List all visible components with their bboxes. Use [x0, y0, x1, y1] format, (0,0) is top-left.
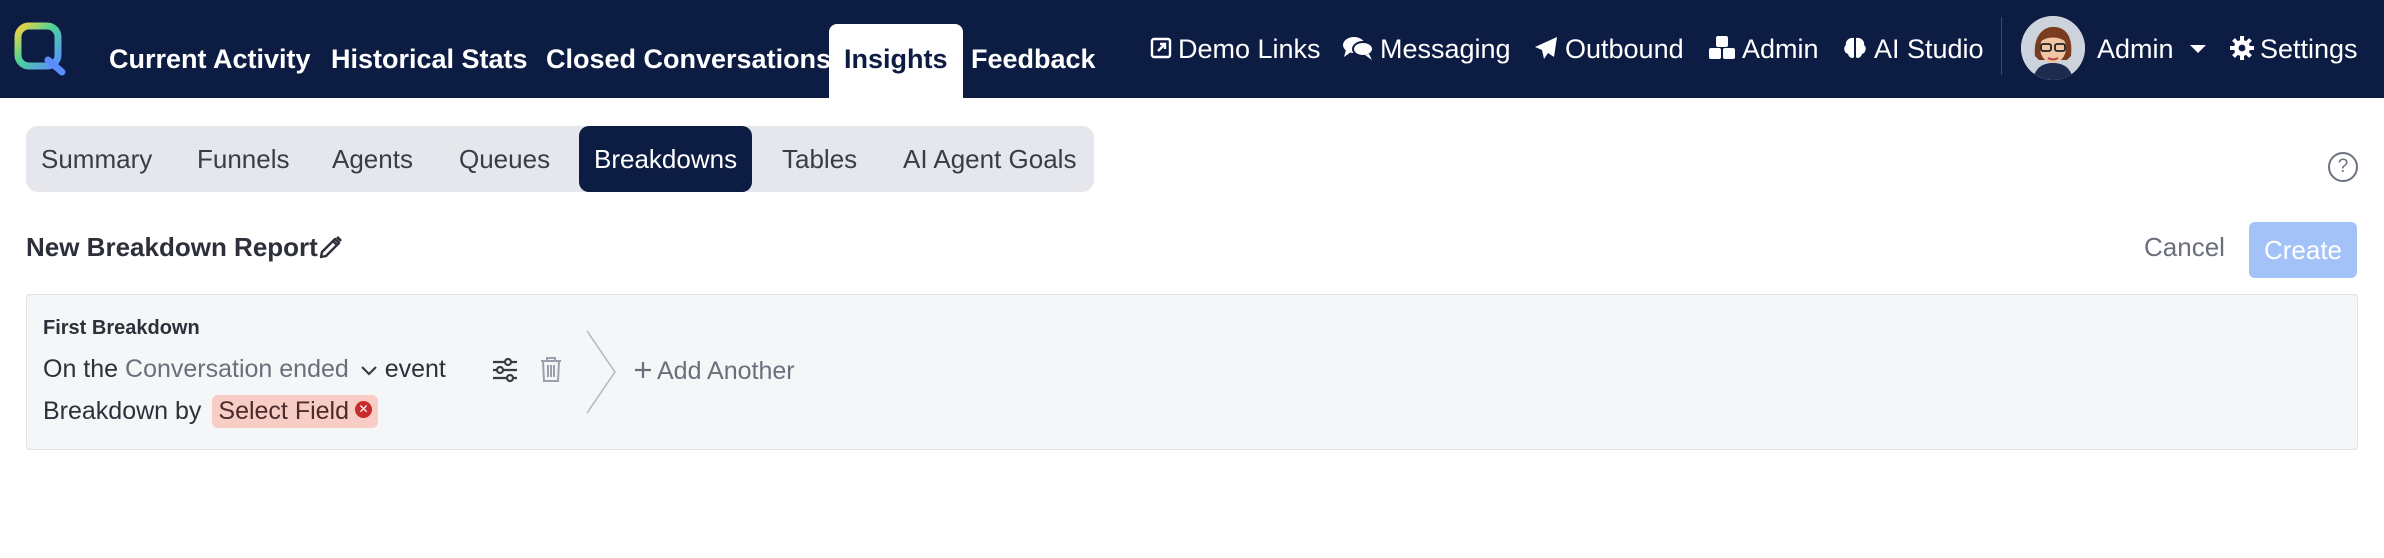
nav-link-label: Demo Links	[1178, 34, 1321, 64]
nav-link-ai-studio[interactable]: AI Studio	[1842, 28, 1984, 70]
select-field-chip[interactable]: Select Field ✕	[212, 395, 379, 428]
brain-icon	[1844, 37, 1866, 58]
chevron-divider	[586, 330, 616, 414]
external-link-icon	[1150, 37, 1172, 59]
nav-link-messaging[interactable]: Messaging	[1342, 28, 1511, 70]
create-button[interactable]: Create	[2249, 222, 2357, 278]
subtab-agents[interactable]: Agents	[332, 126, 413, 192]
subtab-queues[interactable]: Queues	[459, 126, 550, 192]
cubes-icon	[1709, 35, 1735, 59]
nav-link-label: AI Studio	[1874, 34, 1984, 64]
subtab-tables[interactable]: Tables	[782, 126, 857, 192]
nav-divider	[2001, 17, 2002, 75]
nav-link-outbound[interactable]: Outbound	[1533, 28, 1684, 70]
breakdown-label: First Breakdown	[43, 317, 200, 339]
nav-link-label: Admin	[1742, 34, 1819, 64]
report-title: New Breakdown Report	[26, 232, 318, 262]
subtab-summary[interactable]: Summary	[41, 126, 152, 192]
subtab-ai-agent-goals[interactable]: AI Agent Goals	[903, 126, 1076, 192]
chevron-down-icon	[360, 366, 377, 376]
nav-link-label: Outbound	[1565, 34, 1684, 64]
subtab-funnels[interactable]: Funnels	[197, 126, 290, 192]
nav-tab-historical-stats[interactable]: Historical Stats	[331, 24, 528, 96]
event-select-value: Conversation ended	[125, 355, 349, 383]
chat-bubbles-icon	[1343, 36, 1374, 60]
avatar[interactable]	[2021, 16, 2085, 80]
sliders-icon[interactable]	[491, 357, 519, 383]
plus-icon	[635, 362, 651, 379]
subtab-breakdowns[interactable]: Breakdowns	[579, 126, 753, 192]
paper-plane-icon	[1535, 36, 1557, 59]
add-another-label: Add Another	[657, 357, 795, 385]
nav-tab-feedback[interactable]: Feedback	[971, 24, 1096, 96]
app-logo[interactable]	[14, 22, 70, 78]
pencil-icon[interactable]	[318, 234, 344, 260]
caret-down-icon	[2190, 44, 2207, 53]
breakdown-by-label: Breakdown by	[43, 397, 202, 425]
breakdown-panel: First Breakdown On the Conversation ende…	[26, 294, 2358, 450]
nav-link-demo-links[interactable]: Demo Links	[1150, 28, 1321, 70]
nav-tab-insights[interactable]: Insights	[829, 24, 963, 98]
nav-tab-closed-conversations[interactable]: Closed Conversations	[546, 24, 831, 96]
cancel-button[interactable]: Cancel	[2144, 232, 2225, 263]
event-prefix: On the	[43, 355, 119, 383]
add-another-button[interactable]: Add Another	[633, 357, 795, 386]
gear-icon	[2230, 35, 2254, 60]
nav-link-admin[interactable]: Admin	[1708, 28, 1819, 70]
select-field-label: Select Field	[218, 397, 350, 425]
insights-subtabs: Summary Funnels Agents Queues Breakdowns…	[26, 126, 1094, 192]
avatar-image	[2021, 16, 2085, 80]
breakdown-by-line: Breakdown by Select Field ✕	[43, 395, 379, 428]
event-suffix: event	[384, 355, 446, 383]
top-navbar: Current Activity Historical Stats Closed…	[0, 0, 2384, 98]
user-menu-label: Admin	[2097, 34, 2174, 64]
remove-field-icon[interactable]: ✕	[355, 400, 373, 418]
nav-link-label: Messaging	[1380, 34, 1511, 64]
settings-link[interactable]: Settings	[2230, 28, 2358, 70]
event-select[interactable]: Conversation ended	[125, 355, 378, 383]
event-line: On the Conversation ended event	[43, 355, 446, 384]
nav-tab-current-activity[interactable]: Current Activity	[109, 24, 311, 96]
trash-icon[interactable]	[539, 355, 563, 383]
help-icon[interactable]: ?	[2328, 152, 2358, 182]
user-menu[interactable]: Admin	[2097, 28, 2207, 70]
settings-label: Settings	[2260, 34, 2358, 64]
